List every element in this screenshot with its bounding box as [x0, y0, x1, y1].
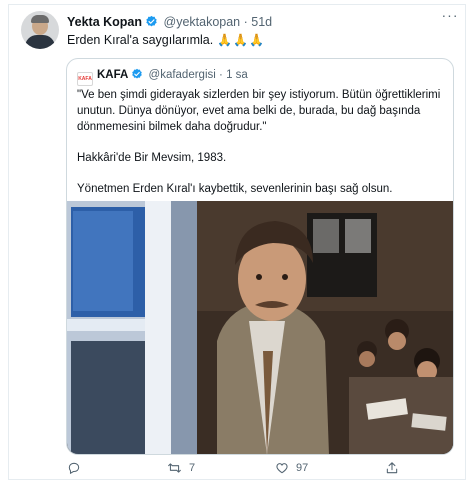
- author-avatar[interactable]: [21, 11, 59, 49]
- quoted-avatar[interactable]: KAFA: [77, 72, 93, 86]
- quoted-separator: ·: [219, 69, 223, 81]
- tweet-timestamp[interactable]: 51d: [251, 15, 272, 29]
- quoted-photo[interactable]: [67, 201, 453, 454]
- tweet-text: Erden Kıral'a saygılarımla. 🙏🙏🙏: [67, 32, 265, 48]
- header-separator: ·: [243, 15, 248, 29]
- reply-button[interactable]: [67, 460, 88, 476]
- like-icon: [276, 463, 288, 474]
- quoted-header: KAFA KAFA @kafadergisi · 1 sa: [77, 67, 248, 86]
- quoted-timestamp: 1 sa: [226, 69, 248, 81]
- quoted-text: "Ve ben şimdi giderayak sizlerden bir şe…: [77, 87, 447, 212]
- verified-badge-icon: [145, 15, 158, 33]
- quoted-author-name: KAFA: [97, 69, 129, 81]
- author-handle[interactable]: @yektakopan: [164, 15, 241, 29]
- quoted-paragraph-film: Hakkâri'de Bir Mevsim, 1983.: [77, 152, 227, 164]
- retweet-icon: [168, 463, 181, 473]
- reply-icon: [68, 462, 80, 475]
- like-button[interactable]: 97: [275, 460, 308, 476]
- tweet-emoji: 🙏🙏🙏: [217, 33, 266, 47]
- tweet-actions: 7 97: [67, 458, 453, 478]
- share-icon: [386, 462, 398, 474]
- more-options-icon[interactable]: ···: [441, 8, 459, 22]
- author-name[interactable]: Yekta Kopan: [67, 15, 142, 29]
- like-count: 97: [296, 462, 309, 474]
- tweet-header: Yekta Kopan @yektakopan · 51d: [67, 13, 453, 31]
- quoted-paragraph-quote: "Ve ben şimdi giderayak sizlerden bir şe…: [77, 89, 441, 133]
- quoted-tweet[interactable]: KAFA KAFA @kafadergisi · 1 sa "Ve ben şim…: [66, 58, 454, 455]
- tweet-text-content: Erden Kıral'a saygılarımla.: [67, 33, 214, 47]
- quoted-paragraph-condolence: Yönetmen Erden Kıral'ı kaybettik, sevenl…: [77, 183, 393, 195]
- verified-badge-icon: [131, 68, 143, 85]
- retweet-count: 7: [189, 462, 196, 474]
- retweet-button[interactable]: 7: [167, 460, 195, 476]
- quoted-author-handle: @kafadergisi: [148, 69, 216, 81]
- share-button[interactable]: [385, 460, 399, 476]
- tweet-card[interactable]: Yekta Kopan @yektakopan · 51d ··· Erden …: [8, 4, 466, 480]
